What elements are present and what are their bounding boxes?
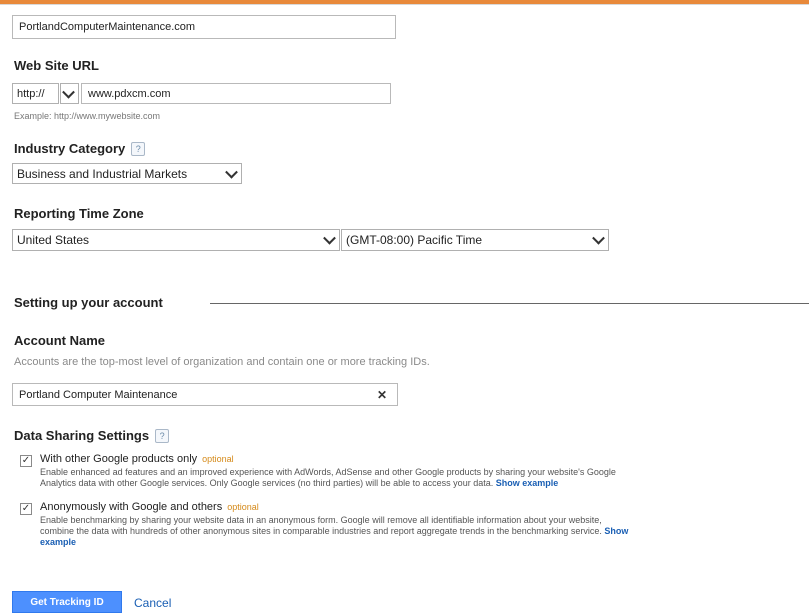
industry-category-select[interactable]: Business and Industrial Markets [12, 163, 242, 184]
data-sharing-label: Data Sharing Settings? [14, 428, 170, 443]
show-example-link[interactable]: Show example [496, 478, 559, 488]
get-tracking-id-button[interactable]: Get Tracking ID [12, 591, 122, 613]
help-icon[interactable]: ? [131, 142, 146, 156]
anonymous-sharing-option-label: Anonymously with Google and others option… [40, 501, 259, 513]
time-zone-select[interactable]: (GMT-08:00) Pacific Time [341, 229, 609, 251]
google-products-checkbox[interactable]: ✓ [20, 455, 32, 467]
industry-category-value: Business and Industrial Markets [17, 166, 188, 181]
anonymous-sharing-desc-line2: combine the data with hundreds of other … [40, 526, 805, 537]
account-description: Accounts are the top-most level of organ… [14, 356, 430, 368]
protocol-dropdown-button[interactable] [60, 83, 79, 104]
optional-badge: optional [202, 454, 234, 464]
show-example-link[interactable]: Show [604, 526, 628, 536]
cancel-button[interactable]: Cancel [134, 596, 171, 610]
help-icon[interactable]: ? [155, 429, 170, 443]
data-sharing-label-text: Data Sharing Settings [14, 428, 150, 443]
anonymous-sharing-desc-line2-text: combine the data with hundreds of other … [40, 526, 602, 536]
clear-icon[interactable]: ✕ [377, 388, 387, 402]
optional-badge: optional [227, 502, 259, 512]
anonymous-sharing-checkbox[interactable]: ✓ [20, 503, 32, 515]
chevron-down-icon [592, 231, 605, 245]
time-zone-value: (GMT-08:00) Pacific Time [346, 233, 483, 247]
anonymous-sharing-description: Enable benchmarking by sharing your webs… [40, 515, 805, 548]
account-section-title: Setting up your account [14, 295, 163, 310]
industry-category-label: Industry Category? [14, 141, 146, 156]
google-products-description: Enable enhanced ad features and an impro… [40, 467, 800, 489]
website-name-value: PortlandComputerMaintenance.com [19, 21, 196, 33]
account-name-value: Portland Computer Maintenance [19, 388, 178, 401]
website-name-input[interactable]: PortlandComputerMaintenance.com [12, 15, 396, 39]
chevron-down-icon [62, 85, 75, 99]
google-products-desc-line1: Enable enhanced ad features and an impro… [40, 467, 616, 477]
chevron-down-icon [225, 165, 238, 179]
show-example-link-continued[interactable]: example [40, 537, 76, 547]
top-separator [0, 4, 809, 5]
google-products-desc-line2: Analytics data with other Google service… [40, 478, 800, 489]
anonymous-sharing-title: Anonymously with Google and others [40, 501, 223, 513]
section-divider [210, 303, 809, 304]
google-products-desc-line2-text: Analytics data with other Google service… [40, 478, 494, 488]
url-example-text: Example: http://www.mywebsite.com [14, 111, 161, 121]
website-url-input[interactable]: www.pdxcm.com [81, 83, 391, 104]
anonymous-sharing-desc-line3: example [40, 537, 805, 548]
anonymous-sharing-desc-line1: Enable benchmarking by sharing your webs… [40, 515, 602, 525]
google-products-title: With other Google products only [40, 453, 198, 465]
time-zone-country-value: United States [17, 233, 90, 247]
website-url-value: www.pdxcm.com [88, 87, 171, 100]
chevron-down-icon [323, 231, 336, 245]
account-name-label: Account Name [14, 333, 106, 348]
google-products-option-label: With other Google products only optional [40, 453, 234, 465]
account-name-input[interactable]: Portland Computer Maintenance ✕ [12, 383, 398, 406]
time-zone-country-select[interactable]: United States [12, 229, 340, 251]
website-url-label: Web Site URL [14, 58, 99, 73]
industry-category-label-text: Industry Category [14, 141, 126, 156]
protocol-value: http:// [17, 87, 45, 100]
reporting-time-zone-label: Reporting Time Zone [14, 206, 144, 221]
protocol-select[interactable]: http:// [12, 83, 59, 104]
